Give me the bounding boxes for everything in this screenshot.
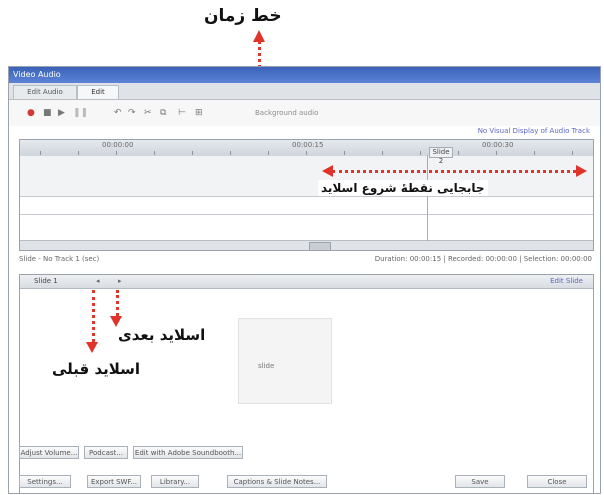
next-slide-arrow-line bbox=[116, 290, 119, 316]
ruler-tick bbox=[154, 151, 155, 155]
split-icon[interactable]: ⊢ bbox=[178, 107, 186, 119]
edit-slide-link[interactable]: Edit Slide bbox=[550, 275, 583, 288]
video-audio-window: Video Audio Edit Audio Edit ● ■ ▶ ❚❚ ↶ ↷… bbox=[8, 66, 601, 494]
export-swf-button[interactable]: Export SWF... bbox=[87, 475, 141, 488]
insert-silence-icon[interactable]: ⊞ bbox=[195, 107, 203, 119]
ruler-tick bbox=[344, 151, 345, 155]
previous-slide-arrow-head bbox=[86, 342, 98, 353]
track-row[interactable] bbox=[20, 156, 593, 196]
ruler-tick bbox=[192, 151, 193, 155]
move-start-arrow-left-head bbox=[322, 165, 333, 177]
ruler-label: 00:00:15 bbox=[292, 141, 324, 149]
record-icon[interactable]: ● bbox=[27, 107, 35, 119]
captions-notes-button[interactable]: Captions & Slide Notes... bbox=[227, 475, 327, 488]
redo-icon[interactable]: ↷ bbox=[128, 107, 136, 119]
status-right: Duration: 00:00:15 | Recorded: 00:00:00 … bbox=[374, 255, 592, 263]
tab-bar: Edit Audio Edit bbox=[9, 83, 600, 100]
previous-slide-icon[interactable]: ◂ bbox=[96, 275, 100, 288]
next-slide-annotation: اسلاید بعدی bbox=[118, 326, 206, 344]
pause-icon[interactable]: ❚❚ bbox=[73, 107, 88, 119]
ruler-tick bbox=[572, 151, 573, 155]
ruler-tick bbox=[268, 151, 269, 155]
podcast-button[interactable]: Podcast... bbox=[84, 446, 128, 459]
ruler-tick bbox=[116, 151, 117, 155]
track-divider bbox=[20, 196, 593, 197]
slide-marker[interactable]: Slide 2 bbox=[429, 147, 453, 165]
move-slide-start-annotation: جابجایی نقطهٔ شروع اسلاید bbox=[318, 180, 488, 196]
edit-soundbooth-button[interactable]: Edit with Adobe Soundbooth... bbox=[133, 446, 243, 459]
scrollbar-thumb[interactable] bbox=[309, 242, 331, 251]
ruler-tick bbox=[420, 151, 421, 155]
tab-edit-audio[interactable]: Edit Audio bbox=[13, 85, 77, 99]
timeline-ruler: 00:00:00 00:00:15 00:00:30 bbox=[20, 140, 593, 157]
close-button[interactable]: Close bbox=[527, 475, 587, 488]
copy-icon[interactable]: ⧉ bbox=[160, 107, 166, 119]
track-divider bbox=[20, 214, 593, 215]
tab-edit[interactable]: Edit bbox=[77, 85, 119, 99]
next-slide-icon[interactable]: ▸ bbox=[118, 275, 122, 288]
move-start-arrow-line bbox=[332, 170, 576, 173]
play-icon[interactable]: ▶ bbox=[58, 107, 65, 119]
save-button[interactable]: Save bbox=[455, 475, 505, 488]
previous-slide-annotation: اسلاید قبلی bbox=[52, 360, 141, 378]
status-bar: Slide - No Track 1 (sec) Duration: 00:00… bbox=[19, 254, 592, 265]
library-button[interactable]: Library... bbox=[151, 475, 199, 488]
slide-header: Slide 1 ◂ ▸ Edit Slide bbox=[20, 275, 593, 289]
window-title: Video Audio bbox=[9, 67, 600, 83]
ruler-tick bbox=[382, 151, 383, 155]
ruler-tick bbox=[534, 151, 535, 155]
timeline-panel: 00:00:00 00:00:15 00:00:30 bbox=[19, 139, 594, 251]
ruler-label: 00:00:30 bbox=[482, 141, 514, 149]
ruler-tick bbox=[306, 151, 307, 155]
adjust-volume-button[interactable]: Adjust Volume... bbox=[19, 446, 79, 459]
slide-label: Slide 1 bbox=[34, 277, 58, 285]
slide-preview-text: slide bbox=[258, 362, 275, 370]
ruler-label: 00:00:00 bbox=[102, 141, 134, 149]
ruler-tick bbox=[78, 151, 79, 155]
cut-icon[interactable]: ✂ bbox=[144, 107, 152, 119]
undo-icon[interactable]: ↶ bbox=[114, 107, 122, 119]
timeline-scrollbar[interactable] bbox=[20, 240, 593, 251]
slide-preview bbox=[238, 318, 332, 404]
ruler-tick bbox=[230, 151, 231, 155]
ruler-tick bbox=[458, 151, 459, 155]
ruler-tick bbox=[496, 151, 497, 155]
slide-start-line[interactable] bbox=[427, 155, 428, 241]
track-label: Background audio bbox=[255, 109, 319, 117]
previous-slide-arrow-line bbox=[92, 290, 95, 342]
move-start-arrow-right-head bbox=[576, 165, 587, 177]
timeline-line-annotation: خط زمان bbox=[204, 6, 282, 26]
toolbar: ● ■ ▶ ❚❚ ↶ ↷ ✂ ⧉ ⊢ ⊞ Background audio bbox=[9, 100, 600, 126]
status-left: Slide - No Track 1 (sec) bbox=[19, 255, 100, 263]
visual-display-link[interactable]: No Visual Display of Audio Track bbox=[478, 127, 590, 135]
stop-icon[interactable]: ■ bbox=[43, 107, 52, 119]
timeline-arrow-head bbox=[253, 30, 265, 42]
settings-button[interactable]: Settings... bbox=[19, 475, 71, 488]
ruler-tick bbox=[40, 151, 41, 155]
